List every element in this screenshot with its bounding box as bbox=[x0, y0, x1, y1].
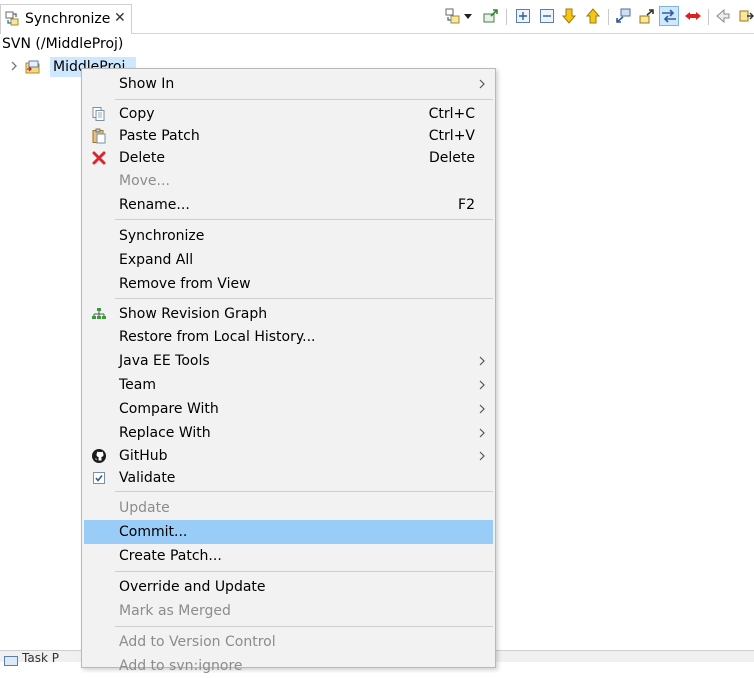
menu-item-label: Replace With bbox=[119, 425, 211, 441]
menu-item-label: Show Revision Graph bbox=[119, 306, 268, 322]
menu-item-label: Commit... bbox=[119, 524, 188, 540]
menu-item-paste-patch[interactable]: Paste Patch Ctrl+V bbox=[84, 124, 493, 148]
menu-item-label: Move... bbox=[119, 173, 170, 189]
menu-item-label: Team bbox=[119, 377, 157, 393]
menu-item-label: GitHub bbox=[119, 448, 168, 464]
menu-item-validate[interactable]: Validate bbox=[84, 466, 493, 490]
view-menu-dropdown-icon[interactable] bbox=[462, 7, 474, 25]
menu-item-create-patch[interactable]: Create Patch... bbox=[84, 544, 493, 568]
menu-separator bbox=[115, 219, 493, 220]
menu-shortcut: Ctrl+V bbox=[428, 128, 475, 144]
menu-item-label: Rename... bbox=[119, 197, 190, 213]
next-change-icon[interactable] bbox=[560, 7, 578, 25]
sync-mode-icon[interactable] bbox=[444, 7, 462, 25]
menu-separator bbox=[115, 99, 493, 100]
toolbar-separator bbox=[506, 9, 507, 25]
copy-icon bbox=[91, 106, 107, 122]
menu-item-label: Mark as Merged bbox=[119, 603, 231, 619]
menu-item-replace-with[interactable]: Replace With bbox=[84, 421, 493, 445]
menu-separator bbox=[115, 626, 493, 627]
synchronize-view-icon bbox=[5, 11, 21, 27]
menu-item-java-ee-tools[interactable]: Java EE Tools bbox=[84, 349, 493, 373]
context-menu: Show In Copy Ctrl+C Paste Patch Ctrl+V D… bbox=[81, 68, 496, 674]
menu-shortcut: F2 bbox=[458, 197, 475, 213]
menu-item-add-version-control: Add to Version Control bbox=[84, 630, 493, 654]
chevron-right-icon[interactable] bbox=[8, 59, 20, 73]
bottom-tab-label[interactable]: Task P bbox=[22, 651, 59, 665]
chevron-right-icon bbox=[478, 427, 486, 439]
menu-item-override-update[interactable]: Override and Update bbox=[84, 575, 493, 599]
synchronize-tab[interactable]: Synchronize ✕ bbox=[0, 4, 132, 34]
menu-separator bbox=[115, 491, 493, 492]
menu-item-synchronize[interactable]: Synchronize bbox=[84, 224, 493, 248]
menu-item-update: Update bbox=[84, 496, 493, 520]
toolbar-separator bbox=[608, 9, 609, 25]
menu-shortcut: Delete bbox=[429, 150, 475, 166]
menu-item-label: Update bbox=[119, 500, 170, 516]
incoming-mode-icon[interactable] bbox=[614, 7, 632, 25]
collapse-all-icon[interactable] bbox=[538, 7, 556, 25]
view-tab-bar: Synchronize ✕ bbox=[0, 0, 754, 34]
close-icon[interactable]: ✕ bbox=[114, 10, 126, 26]
menu-item-label: Copy bbox=[119, 106, 155, 122]
menu-item-label: Java EE Tools bbox=[119, 353, 210, 369]
menu-item-label: Paste Patch bbox=[119, 128, 200, 144]
menu-item-mark-merged: Mark as Merged bbox=[84, 599, 493, 623]
chevron-right-icon bbox=[478, 403, 486, 415]
chevron-right-icon bbox=[478, 450, 486, 462]
menu-item-team[interactable]: Team bbox=[84, 373, 493, 397]
menu-item-expand-all[interactable]: Expand All bbox=[84, 248, 493, 272]
conflicts-mode-icon[interactable] bbox=[684, 7, 702, 25]
chevron-right-icon bbox=[478, 78, 486, 90]
menu-item-rename[interactable]: Rename... F2 bbox=[84, 193, 493, 217]
chevron-right-icon bbox=[478, 379, 486, 391]
menu-item-label: Compare With bbox=[119, 401, 219, 417]
back-icon[interactable] bbox=[714, 7, 732, 25]
menu-item-label: Override and Update bbox=[119, 579, 266, 595]
chevron-right-icon bbox=[478, 355, 486, 367]
toolbar-separator bbox=[708, 9, 709, 25]
menu-item-remove-from-view[interactable]: Remove from View bbox=[84, 272, 493, 296]
menu-item-label: Add to Version Control bbox=[119, 634, 276, 650]
menu-item-label: Validate bbox=[119, 470, 176, 486]
github-icon bbox=[91, 448, 107, 464]
menu-item-compare-with[interactable]: Compare With bbox=[84, 397, 493, 421]
forward-icon[interactable] bbox=[738, 7, 754, 25]
menu-item-label: Expand All bbox=[119, 252, 194, 268]
paste-icon bbox=[91, 128, 107, 144]
menu-shortcut: Ctrl+C bbox=[428, 106, 475, 122]
menu-item-restore-local-history[interactable]: Restore from Local History... bbox=[84, 325, 493, 349]
previous-change-icon[interactable] bbox=[584, 7, 602, 25]
expand-all-icon[interactable] bbox=[514, 7, 532, 25]
project-outgoing-icon bbox=[24, 58, 42, 76]
menu-item-label: Remove from View bbox=[119, 276, 251, 292]
both-modes-icon[interactable] bbox=[659, 6, 679, 26]
menu-item-github[interactable]: GitHub bbox=[84, 444, 493, 468]
menu-item-label: Create Patch... bbox=[119, 548, 222, 564]
tab-label: Synchronize bbox=[25, 11, 111, 27]
menu-separator bbox=[115, 571, 493, 572]
outgoing-mode-icon[interactable] bbox=[638, 7, 656, 25]
menu-item-commit[interactable]: Commit... bbox=[84, 520, 493, 544]
menu-item-show-in[interactable]: Show In bbox=[84, 72, 493, 96]
tasks-icon bbox=[4, 654, 18, 666]
view-toolbar bbox=[444, 6, 754, 28]
menu-item-copy[interactable]: Copy Ctrl+C bbox=[84, 102, 493, 126]
menu-item-move: Move... bbox=[84, 169, 493, 193]
menu-item-label: Delete bbox=[119, 150, 165, 166]
menu-item-label: Show In bbox=[119, 76, 175, 92]
menu-item-label: Synchronize bbox=[119, 228, 205, 244]
menu-item-add-partial: Add to svn:ignore bbox=[84, 654, 493, 678]
menu-separator bbox=[115, 298, 493, 299]
menu-item-show-revision-graph[interactable]: Show Revision Graph bbox=[84, 302, 493, 326]
pin-icon[interactable] bbox=[482, 7, 500, 25]
menu-item-delete[interactable]: Delete Delete bbox=[84, 146, 493, 170]
checkbox-checked-icon bbox=[91, 470, 107, 486]
view-description: SVN (/MiddleProj) bbox=[2, 36, 124, 52]
revision-graph-icon bbox=[91, 306, 107, 322]
delete-icon bbox=[91, 150, 107, 166]
menu-item-label: Add to svn:ignore bbox=[119, 658, 243, 674]
menu-item-label: Restore from Local History... bbox=[119, 329, 316, 345]
